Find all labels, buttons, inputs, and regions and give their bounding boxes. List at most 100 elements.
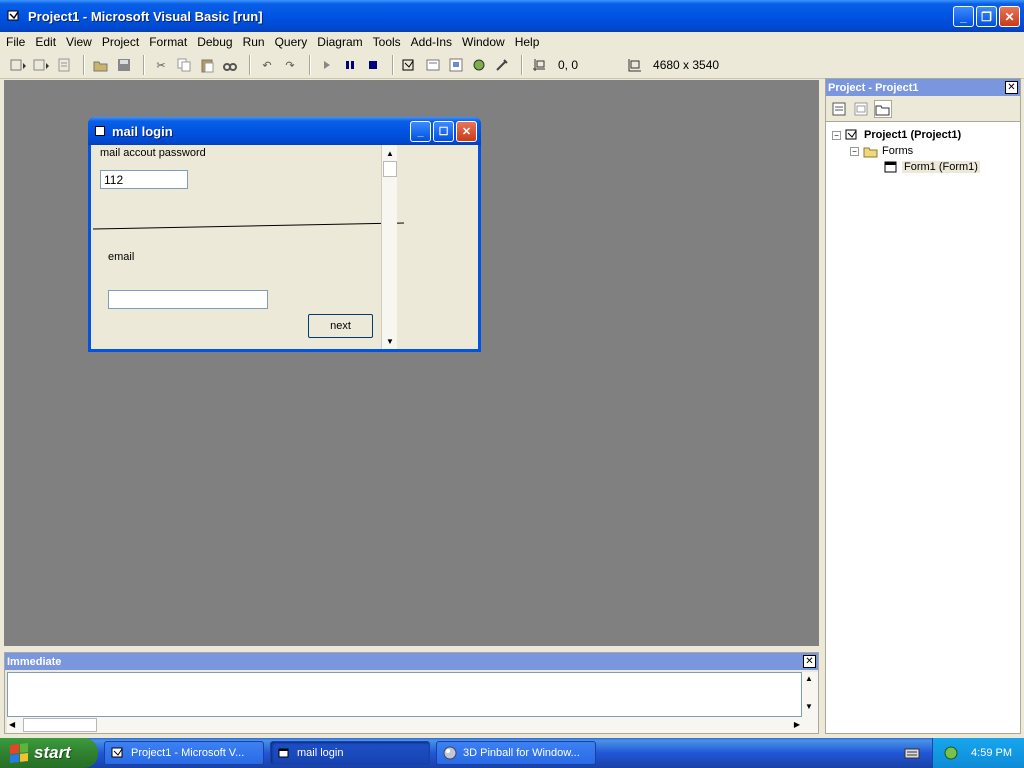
toggle-folders-icon[interactable] (874, 99, 892, 118)
form-layout-icon[interactable] (446, 55, 466, 75)
close-icon: ✕ (805, 656, 814, 667)
main-titlebar[interactable]: Project1 - Microsoft Visual Basic [run] … (0, 0, 1024, 32)
paste-icon[interactable] (197, 55, 217, 75)
immediate-close-button[interactable]: ✕ (803, 655, 816, 668)
undo-icon[interactable]: ↶ (257, 55, 277, 75)
next-button[interactable]: next (308, 314, 373, 338)
menu-bar: File Edit View Project Format Debug Run … (0, 32, 1024, 52)
tree-folder-label: Forms (882, 145, 914, 157)
system-tray: 4:59 PM (932, 738, 1024, 768)
close-icon: ✕ (461, 126, 472, 138)
keyboard-tray-icon[interactable] (904, 745, 920, 761)
collapse-icon[interactable]: − (832, 130, 841, 140)
start-button[interactable]: start (0, 738, 98, 768)
immediate-horizontal-scrollbar[interactable]: ◀ ▶ (7, 717, 802, 733)
vb-task-icon (111, 747, 123, 758)
standard-toolbar: ✂ ↶ ↷ 0, 0 4680 x 3540 (0, 52, 1024, 79)
properties-window-icon[interactable] (423, 55, 443, 75)
project-panel-title: Project - Project1 (826, 79, 1020, 96)
scroll-thumb[interactable] (23, 718, 97, 732)
mail-login-client-area: mail accout password 112 email next ▲ ▼ (91, 145, 478, 349)
password-field[interactable]: 112 (100, 170, 188, 189)
immediate-vertical-scrollbar[interactable]: ▲ ▼ (802, 672, 818, 733)
menu-tools[interactable]: Tools (373, 35, 401, 49)
tree-root-label: Project1 (Project1) (864, 129, 962, 141)
task-button-vb[interactable]: Project1 - Microsoft V... (104, 741, 264, 765)
mail-login-window: mail login _ ☐ ✕ mail accout password 11… (88, 117, 481, 352)
toolbar-separator (309, 55, 311, 75)
immediate-input-area[interactable] (7, 672, 802, 717)
form-maximize-button[interactable]: ☐ (433, 121, 454, 142)
redo-icon[interactable]: ↷ (280, 55, 300, 75)
restore-button[interactable]: ❐ (976, 6, 997, 27)
network-tray-icon[interactable] (943, 745, 959, 761)
vb-app-icon[interactable] (6, 8, 22, 24)
minimize-button[interactable]: _ (953, 6, 974, 27)
task-button-mail-login[interactable]: mail login (270, 741, 430, 765)
form-minimize-button[interactable]: _ (410, 121, 431, 142)
project-panel-close-button[interactable]: ✕ (1005, 81, 1018, 94)
menu-window[interactable]: Window (462, 35, 505, 49)
scroll-down-arrow-icon[interactable]: ▼ (805, 702, 813, 711)
cut-icon[interactable]: ✂ (151, 55, 171, 75)
find-icon[interactable] (220, 55, 240, 75)
scroll-down-arrow-icon[interactable]: ▼ (382, 333, 398, 349)
email-field[interactable] (108, 290, 268, 309)
tree-node-forms[interactable]: − Forms (832, 143, 980, 159)
position-readout: 0, 0 (558, 58, 579, 72)
form-icon[interactable] (95, 126, 105, 136)
start-label: start (34, 743, 71, 762)
menu-format[interactable]: Format (149, 35, 187, 49)
toolbar-separator (249, 55, 251, 75)
position-icon (529, 55, 549, 75)
view-object-icon[interactable] (852, 100, 870, 118)
project-icon (845, 129, 857, 140)
menu-edit[interactable]: Edit (35, 35, 56, 49)
form-file-icon (884, 161, 897, 173)
scroll-left-arrow-icon[interactable]: ◀ (9, 720, 15, 729)
menu-editor-icon[interactable] (54, 55, 74, 75)
add-form-icon[interactable] (31, 55, 51, 75)
divider-line (92, 222, 405, 230)
pause-icon[interactable] (340, 55, 360, 75)
mail-login-titlebar[interactable]: mail login _ ☐ ✕ (88, 117, 481, 145)
open-icon[interactable] (91, 55, 111, 75)
menu-file[interactable]: File (6, 35, 25, 49)
run-icon[interactable] (317, 55, 337, 75)
object-browser-icon[interactable] (469, 55, 489, 75)
tree-node-project[interactable]: − Project1 (Project1) (832, 127, 980, 143)
scroll-up-arrow-icon[interactable]: ▲ (805, 674, 813, 683)
windows-flag-icon (10, 743, 28, 763)
menu-help[interactable]: Help (515, 35, 540, 49)
restore-icon: ❐ (981, 9, 992, 24)
add-project-icon[interactable] (8, 55, 28, 75)
menu-view[interactable]: View (66, 35, 92, 49)
project-explorer-icon[interactable] (400, 55, 420, 75)
menu-run[interactable]: Run (243, 35, 265, 49)
scroll-right-arrow-icon[interactable]: ▶ (794, 720, 800, 729)
save-icon[interactable] (114, 55, 134, 75)
menu-addins[interactable]: Add-Ins (411, 35, 452, 49)
clock[interactable]: 4:59 PM (971, 747, 1012, 759)
minimize-icon: _ (417, 125, 424, 138)
toolbox-icon[interactable] (492, 55, 512, 75)
form-close-button[interactable]: ✕ (456, 121, 477, 142)
toolbar-separator (521, 55, 523, 75)
pinball-icon (443, 746, 457, 760)
menu-project[interactable]: Project (102, 35, 139, 49)
menu-diagram[interactable]: Diagram (317, 35, 362, 49)
menu-debug[interactable]: Debug (197, 35, 232, 49)
menu-query[interactable]: Query (275, 35, 308, 49)
task-button-pinball[interactable]: 3D Pinball for Window... (436, 741, 596, 765)
mail-login-title: mail login (112, 124, 173, 139)
close-button[interactable]: ✕ (999, 6, 1020, 27)
tree-node-form1[interactable]: Form1 (Form1) (832, 159, 980, 175)
stop-icon[interactable] (363, 55, 383, 75)
form-vertical-scrollbar[interactable]: ▲ ▼ (381, 145, 397, 349)
maximize-icon: ☐ (438, 126, 449, 138)
collapse-icon[interactable]: − (850, 146, 859, 156)
view-code-icon[interactable] (830, 100, 848, 118)
copy-icon[interactable] (174, 55, 194, 75)
scroll-thumb[interactable] (383, 161, 397, 177)
scroll-up-arrow-icon[interactable]: ▲ (382, 145, 398, 161)
